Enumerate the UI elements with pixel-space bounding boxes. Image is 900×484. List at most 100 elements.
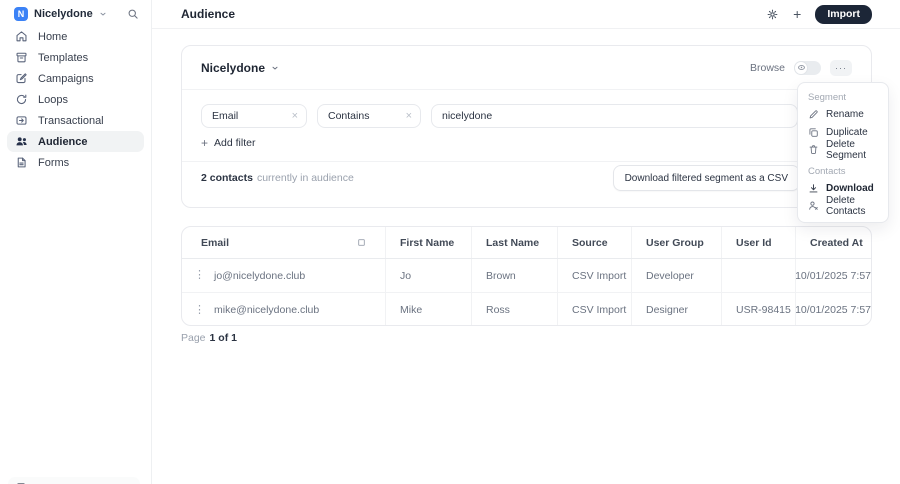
- transactional-icon: [15, 114, 28, 127]
- download-csv-button[interactable]: Download filtered segment as a CSV: [613, 165, 800, 191]
- sidebar-item-audience[interactable]: Audience: [7, 131, 144, 152]
- workspace-name: Nicelydone: [34, 8, 93, 20]
- sidebar-item-campaigns[interactable]: Campaigns: [7, 68, 144, 89]
- menu-item-label: Download: [826, 183, 874, 194]
- forms-icon: [15, 156, 28, 169]
- filter-field-chip[interactable]: Email ×: [201, 104, 307, 128]
- table-row[interactable]: ⋮ mike@nicelydone.club Mike Ross CSV Imp…: [182, 293, 871, 326]
- menu-item-label: Rename: [826, 109, 864, 120]
- contacts-suffix: currently in audience: [257, 172, 354, 184]
- filter-operator-chip[interactable]: Contains ×: [317, 104, 421, 128]
- menu-item-rename[interactable]: Rename: [798, 106, 888, 124]
- last-name-cell: Brown: [471, 259, 557, 292]
- add-filter-button[interactable]: + Add filter: [201, 137, 255, 149]
- campaigns-icon: [15, 72, 28, 85]
- close-icon[interactable]: ×: [284, 110, 298, 122]
- expand-icon[interactable]: [357, 238, 366, 247]
- trash-icon: [808, 144, 819, 155]
- segment-more-button[interactable]: ···: [830, 60, 852, 76]
- segment-header-row: Nicelydone Browse ···: [182, 46, 871, 90]
- contacts-count: 2 contacts: [201, 172, 253, 184]
- pencil-icon: [808, 109, 819, 120]
- menu-item-label: Delete Contacts: [826, 195, 878, 217]
- templates-icon: [15, 51, 28, 64]
- sidebar-item-label: Home: [38, 31, 67, 43]
- table-header-cell-user-group: User Group: [631, 227, 721, 258]
- sidebar-item-transactional[interactable]: Transactional: [7, 110, 144, 131]
- menu-item-label: Delete Segment: [826, 139, 878, 161]
- sidebar-item-home[interactable]: Home: [7, 26, 144, 47]
- filter-value-input[interactable]: [431, 104, 798, 128]
- segment-context-menu: Segment Rename Duplicate Delete Segment …: [797, 82, 889, 223]
- bottom-profile-item-cutoff[interactable]: ···: [8, 477, 140, 484]
- sidebar-item-forms[interactable]: Forms: [7, 152, 144, 173]
- workspace-logo: N: [14, 7, 28, 21]
- close-icon[interactable]: ×: [398, 110, 412, 122]
- sidebar-item-label: Transactional: [38, 115, 104, 127]
- contacts-table: Email First Name Last Name Source User G…: [181, 226, 872, 326]
- add-button[interactable]: +: [793, 7, 801, 21]
- header-actions: + Import: [766, 5, 872, 24]
- chevron-down-icon: [99, 10, 107, 18]
- table-header-cell-first-name: First Name: [385, 227, 471, 258]
- source-cell: CSV Import: [557, 259, 631, 292]
- created-at-cell: 10/01/2025 7:57: [795, 259, 872, 292]
- email-cell: ⋮ jo@nicelydone.club: [182, 259, 385, 292]
- table-header-cell-created-at: Created At: [795, 227, 872, 258]
- eye-icon: [797, 63, 806, 72]
- workspace-switcher[interactable]: N Nicelydone: [0, 0, 151, 22]
- audience-icon: [15, 135, 28, 148]
- menu-item-label: Duplicate: [826, 127, 868, 138]
- duplicate-icon: [808, 127, 819, 138]
- row-kebab-menu-icon[interactable]: ⋮: [194, 270, 205, 281]
- contacts-summary: 2 contacts currently in audience: [201, 165, 354, 191]
- table-header-cell-last-name: Last Name: [471, 227, 557, 258]
- import-button[interactable]: Import: [815, 5, 872, 24]
- table-row[interactable]: ⋮ jo@nicelydone.club Jo Brown CSV Import…: [182, 259, 871, 293]
- pagination-value: 1 of 1: [210, 332, 237, 344]
- table-header-cell-user-id: User Id: [721, 227, 795, 258]
- menu-item-delete-segment[interactable]: Delete Segment: [798, 141, 888, 159]
- plus-icon: +: [201, 137, 208, 149]
- sidebar: N Nicelydone Home Templates Campaigns: [0, 0, 152, 484]
- first-name-cell: Jo: [385, 259, 471, 292]
- first-name-cell: Mike: [385, 293, 471, 326]
- browse-label: Browse: [750, 62, 785, 74]
- segment-name: Nicelydone: [201, 61, 265, 75]
- browse-toggle[interactable]: [794, 61, 821, 75]
- toggle-knob: [794, 61, 808, 75]
- email-value: mike@nicelydone.club: [214, 304, 319, 316]
- row-kebab-menu-icon[interactable]: ⋮: [194, 305, 205, 316]
- sidebar-item-loops[interactable]: Loops: [7, 89, 144, 110]
- add-filter-label: Add filter: [214, 137, 255, 149]
- segment-controls: Browse ···: [750, 60, 852, 76]
- last-name-cell: Ross: [471, 293, 557, 326]
- person-remove-icon: [808, 200, 819, 211]
- sidebar-nav: Home Templates Campaigns Loops Transacti…: [0, 26, 151, 173]
- menu-section-title: Contacts: [798, 163, 888, 180]
- email-cell: ⋮ mike@nicelydone.club: [182, 293, 385, 326]
- app-window: N Nicelydone Home Templates Campaigns: [0, 0, 900, 484]
- pagination: Page 1 of 1: [181, 332, 237, 344]
- home-icon: [15, 30, 28, 43]
- menu-item-delete-contacts[interactable]: Delete Contacts: [798, 197, 888, 215]
- gear-icon: [766, 8, 779, 21]
- user-group-cell: Developer: [631, 259, 721, 292]
- sidebar-item-templates[interactable]: Templates: [7, 47, 144, 68]
- sidebar-item-label: Campaigns: [38, 73, 94, 85]
- search-icon[interactable]: [127, 8, 139, 20]
- user-group-cell: Designer: [631, 293, 721, 326]
- main-header: Audience + Import: [152, 0, 900, 29]
- user-id-cell: USR-98415: [721, 293, 795, 326]
- email-value: jo@nicelydone.club: [214, 270, 305, 282]
- segment-card: Nicelydone Browse ··· Email × Contains ×: [181, 45, 872, 208]
- plus-icon: +: [793, 7, 801, 21]
- source-cell: CSV Import: [557, 293, 631, 326]
- filter-operator-value: Contains: [328, 110, 369, 122]
- segment-name-dropdown[interactable]: Nicelydone: [201, 61, 279, 75]
- sidebar-item-label: Audience: [38, 136, 88, 148]
- sidebar-item-label: Templates: [38, 52, 88, 64]
- download-icon: [808, 183, 819, 194]
- pagination-label: Page: [181, 332, 206, 344]
- settings-gear-button[interactable]: [766, 8, 779, 21]
